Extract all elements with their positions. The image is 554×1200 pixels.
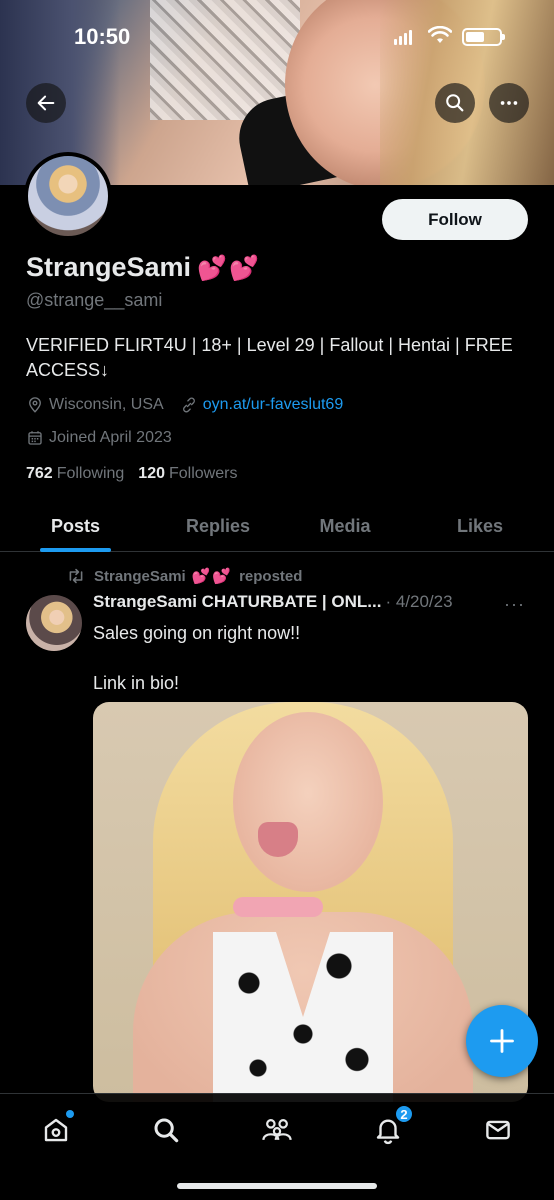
user-handle: @strange__sami	[26, 290, 163, 310]
repost-icon	[69, 568, 83, 584]
profile-avatar[interactable]	[24, 152, 112, 240]
nav-notifications[interactable]: 2	[368, 1104, 414, 1150]
display-name-text: StrangeSami	[26, 252, 192, 282]
following-label: Following	[56, 465, 125, 482]
post-author-name[interactable]: StrangeSami CHATURBATE | ONL...	[93, 592, 381, 612]
home-indicator[interactable]	[177, 1183, 377, 1189]
nav-search[interactable]	[146, 1110, 186, 1150]
following-link[interactable]: 762 Following	[26, 465, 124, 483]
media-face	[233, 712, 383, 892]
more-icon	[500, 101, 518, 105]
follow-button[interactable]: Follow	[382, 199, 528, 240]
location-link-row: Wisconsin, USA oyn.at/ur-faveslut69	[26, 396, 343, 414]
back-button[interactable]	[26, 83, 66, 123]
compose-button[interactable]	[466, 1005, 538, 1077]
repost-label: reposted	[239, 567, 303, 585]
followers-link[interactable]: 120 Followers	[138, 465, 237, 483]
calendar-icon	[28, 431, 42, 445]
profile-bio: VERIFIED FLIRT4U | 18+ | Level 29 | Fall…	[26, 335, 513, 380]
followers-label: Followers	[169, 465, 238, 482]
notifications-badge: 2	[394, 1104, 414, 1124]
repost-indicator: StrangeSami 💕💕 reposted	[66, 567, 302, 585]
more-options-button[interactable]	[489, 83, 529, 123]
tab-posts[interactable]: Posts	[40, 500, 111, 552]
display-name: StrangeSami 💕💕	[26, 252, 261, 283]
arrow-left-icon	[37, 95, 55, 111]
status-bar: 10:50	[0, 0, 554, 70]
post-more-button[interactable]: ···	[504, 594, 525, 615]
profile-link[interactable]: oyn.at/ur-faveslut69	[203, 396, 344, 414]
status-time: 10:50	[74, 24, 131, 49]
tab-likes[interactable]: Likes	[440, 500, 520, 552]
repost-emoji: 💕💕	[191, 568, 234, 585]
repost-by[interactable]: StrangeSami	[94, 568, 186, 585]
search-icon	[446, 94, 464, 112]
search-icon	[154, 1118, 179, 1143]
post-header: StrangeSami CHATURBATE | ONL... · 4/20/2…	[93, 592, 533, 615]
post-date[interactable]: · 4/20/23	[385, 592, 452, 612]
tab-media[interactable]: Media	[300, 500, 390, 552]
post-media-image[interactable]	[93, 702, 528, 1102]
home-icon	[44, 1118, 68, 1142]
search-button[interactable]	[435, 83, 475, 123]
battery-icon	[462, 28, 505, 46]
link-icon	[182, 397, 195, 413]
home-unread-dot	[66, 1110, 74, 1118]
location-pin-icon	[29, 397, 41, 413]
signal-icon	[394, 30, 412, 45]
media-collar	[233, 897, 323, 917]
location-text: Wisconsin, USA	[49, 396, 164, 413]
tab-replies[interactable]: Replies	[168, 500, 268, 552]
name-emoji: 💕💕	[197, 255, 261, 282]
communities-icon	[262, 1119, 292, 1141]
joined-text: Joined April 2023	[49, 429, 172, 446]
nav-home[interactable]	[36, 1110, 76, 1150]
post-text: Sales going on right now!! Link in bio!	[93, 623, 301, 693]
wifi-icon	[428, 26, 452, 43]
joined-row: Joined April 2023	[26, 429, 172, 447]
nav-messages[interactable]	[478, 1110, 518, 1150]
follow-counts: 762 Following 120 Followers	[26, 465, 237, 483]
profile-tabs: Posts Replies Media Likes	[0, 500, 554, 552]
following-count: 762	[26, 465, 53, 482]
envelope-icon	[486, 1120, 510, 1140]
post-author-avatar[interactable]	[26, 595, 82, 651]
nav-communities[interactable]	[257, 1110, 297, 1150]
followers-count: 120	[138, 465, 165, 482]
plus-icon	[490, 1029, 514, 1053]
